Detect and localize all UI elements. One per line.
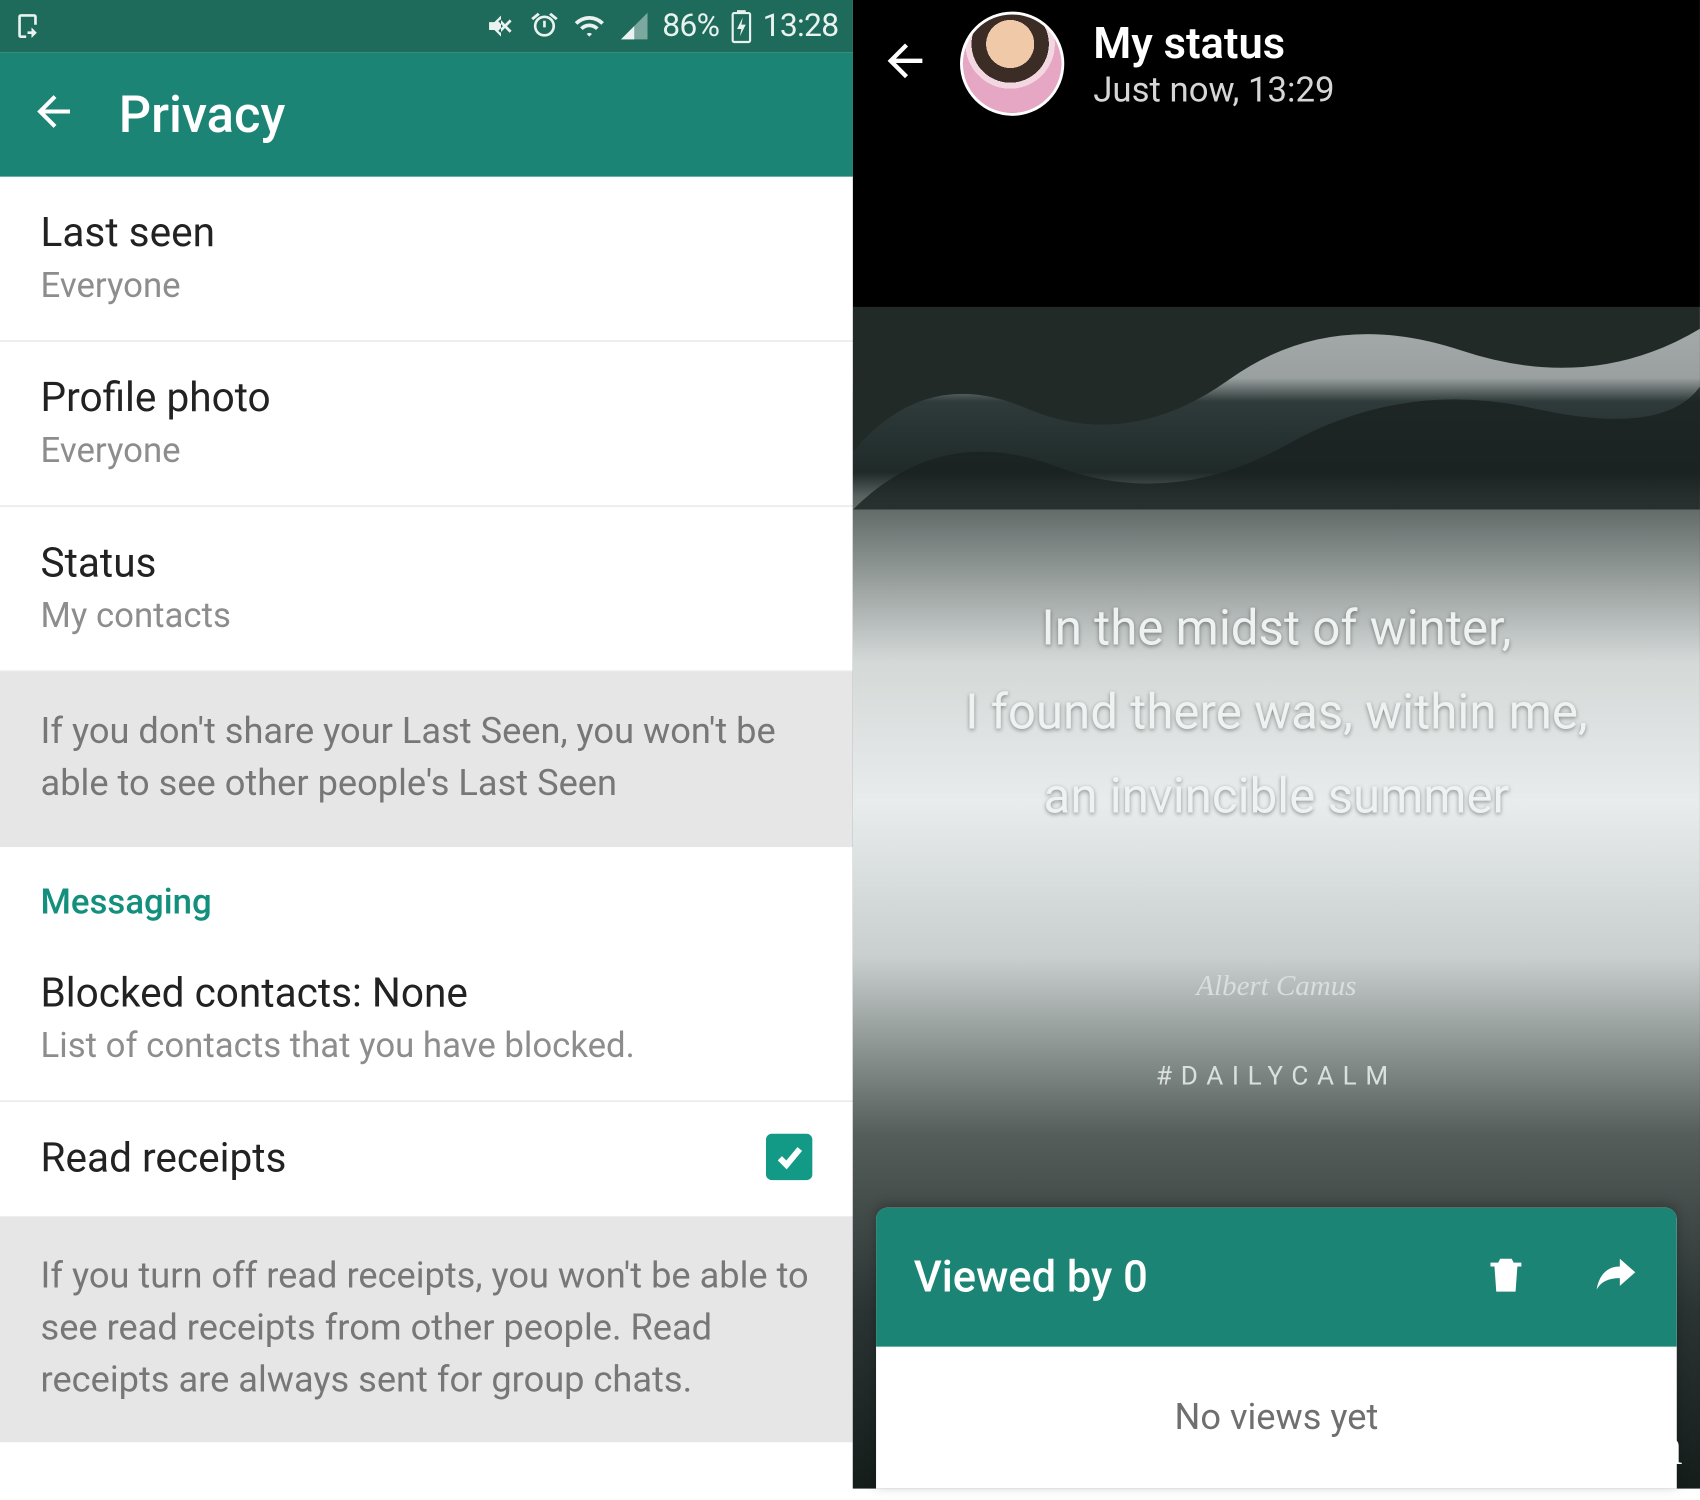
status-timestamp: Just now, 13:29 xyxy=(1093,69,1334,110)
read-receipts-checkbox[interactable] xyxy=(766,1134,812,1180)
viewed-by-label: Viewed by 0 xyxy=(914,1252,1148,1303)
status-header: My status Just now, 13:29 xyxy=(853,0,1700,133)
viewed-by-panel: Viewed by 0 No views yet xyxy=(876,1208,1677,1489)
brand-watermark: Calm xyxy=(1570,1416,1683,1477)
settings-list: Last seen Everyone Profile photo Everyon… xyxy=(0,177,853,1489)
battery-percent: 86% xyxy=(662,8,719,44)
no-views-text: No views yet xyxy=(876,1347,1677,1489)
setting-title: Blocked contacts: None xyxy=(41,968,635,1016)
setting-profile-photo[interactable]: Profile photo Everyone xyxy=(0,342,853,507)
delete-button[interactable] xyxy=(1483,1251,1529,1303)
section-header-messaging: Messaging xyxy=(0,846,853,936)
signal-icon xyxy=(619,10,651,42)
alarm-icon xyxy=(529,10,561,42)
back-button[interactable] xyxy=(29,87,78,142)
setting-subtitle: List of contacts that you have blocked. xyxy=(41,1024,635,1065)
quote-hashtag: #DAILYCALM xyxy=(1156,1061,1397,1091)
setting-title: Last seen xyxy=(41,209,215,257)
setting-read-receipts[interactable]: Read receipts xyxy=(0,1101,853,1215)
setting-last-seen[interactable]: Last seen Everyone xyxy=(0,177,853,342)
setting-title: Status xyxy=(41,539,231,587)
privacy-settings-screen: 86% 13:28 Privacy Last seen Everyone Pro… xyxy=(0,0,853,1489)
status-bar: 86% 13:28 xyxy=(0,0,853,52)
setting-value: Everyone xyxy=(41,265,215,306)
battery-charging-icon xyxy=(731,9,751,44)
info-read-receipts: If you turn off read receipts, you won't… xyxy=(0,1216,853,1443)
avatar xyxy=(960,12,1064,116)
status-title: My status xyxy=(1093,18,1334,69)
setting-title: Read receipts xyxy=(41,1133,287,1181)
clock-time: 13:28 xyxy=(763,8,839,44)
quote-author: Albert Camus xyxy=(1196,970,1356,1003)
quote-text: In the midst of winter, I found there wa… xyxy=(922,588,1631,839)
back-button[interactable] xyxy=(879,35,931,93)
status-viewer-screen: My status Just now, 13:29 In the midst o… xyxy=(853,0,1700,1489)
info-last-seen: If you don't share your Last Seen, you w… xyxy=(0,672,853,846)
setting-status[interactable]: Status My contacts xyxy=(0,507,853,672)
forward-button[interactable] xyxy=(1593,1251,1639,1303)
app-bar: Privacy xyxy=(0,52,853,177)
wifi-icon xyxy=(572,10,607,42)
mute-icon xyxy=(486,10,518,42)
setting-value: Everyone xyxy=(41,430,271,471)
notification-icon xyxy=(12,10,44,42)
setting-title: Profile photo xyxy=(41,374,271,422)
page-title: Privacy xyxy=(119,85,286,144)
setting-blocked-contacts[interactable]: Blocked contacts: None List of contacts … xyxy=(0,936,853,1101)
setting-value: My contacts xyxy=(41,595,231,636)
